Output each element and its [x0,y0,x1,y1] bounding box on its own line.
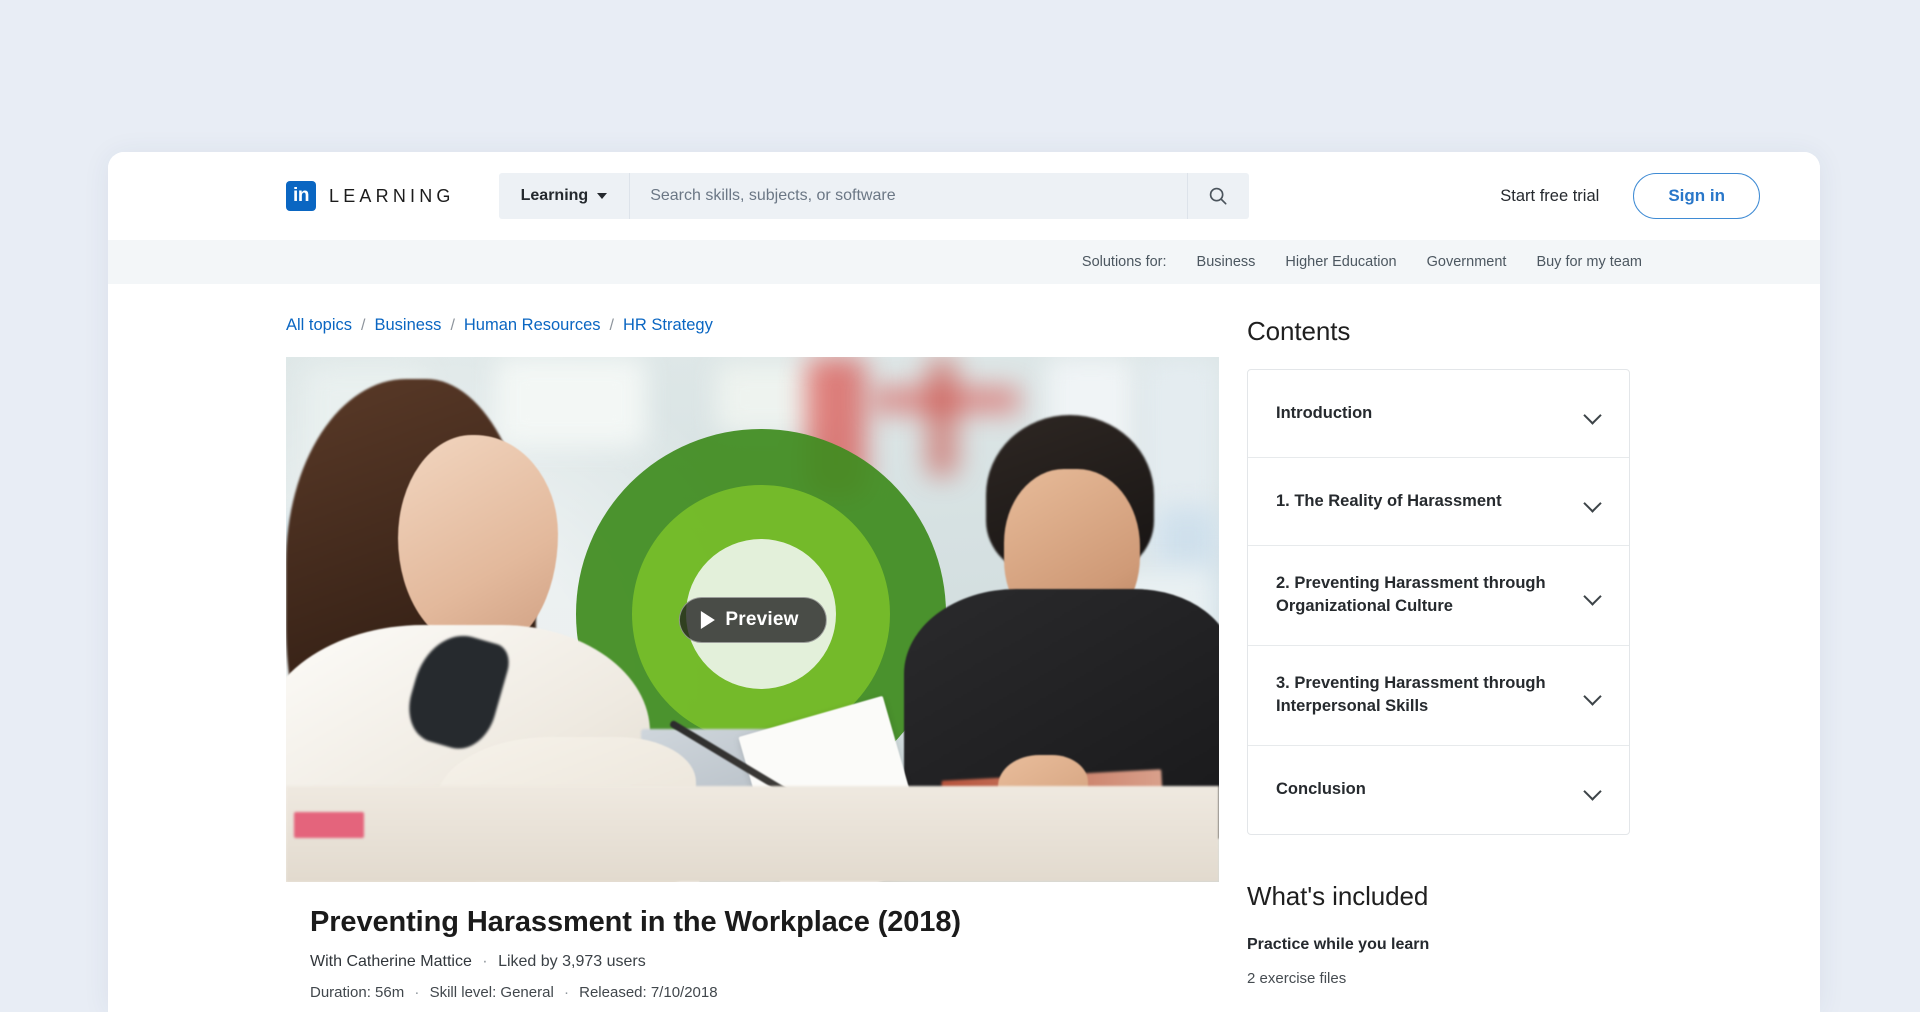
toc-section-3[interactable]: 3. Preventing Harassment through Interpe… [1248,646,1629,746]
search-bar: Learning [498,173,1249,219]
brand-wordmark: LEARNING [329,185,455,206]
start-free-trial-link[interactable]: Start free trial [1500,187,1599,206]
toc-section-label: 2. Preventing Harassment through Organiz… [1276,574,1546,616]
chevron-down-icon [1584,690,1601,700]
breadcrumb: All topics / Business / Human Resources … [286,316,1219,335]
toc-section-label: Conclusion [1276,779,1366,798]
course-author: With Catherine Mattice [310,953,472,970]
side-column: Contents Introduction 1. The Reality of … [1247,316,1630,987]
course-released: Released: 7/10/2018 [579,984,718,1001]
course-likes: Liked by 3,973 users [498,953,646,970]
breadcrumb-item-all-topics[interactable]: All topics [286,316,352,335]
toc-section-label: 1. The Reality of Harassment [1276,491,1502,510]
breadcrumb-separator: / [361,316,366,334]
search-input[interactable] [630,173,1187,219]
toc-section-label: 3. Preventing Harassment through Interpe… [1276,673,1546,716]
toc-section-2[interactable]: 2. Preventing Harassment through Organiz… [1248,546,1629,646]
search-submit-button[interactable] [1186,173,1249,219]
contents-accordion: Introduction 1. The Reality of Harassmen… [1247,369,1630,835]
toc-section-introduction[interactable]: Introduction [1248,370,1629,458]
course-skill-level: Skill level: General [429,984,554,1001]
course-byline: With Catherine Mattice · Liked by 3,973 … [310,953,1195,971]
sticky-note [294,812,364,838]
separator-dot: · [414,984,420,1001]
play-icon [700,610,715,629]
linkedin-in-icon [286,181,316,211]
chevron-down-icon [1584,590,1601,600]
page-body: All topics / Business / Human Resources … [108,284,1820,1001]
solutions-for-label: Solutions for: [1081,254,1167,270]
whats-included-heading: What's included [1247,880,1429,911]
course-duration: Duration: 56m [310,984,405,1001]
chevron-down-icon [1584,785,1601,795]
desk-surface [286,786,1219,882]
header-actions: Start free trial Sign in [1500,173,1760,219]
brand-logo-link[interactable]: LEARNING [286,181,455,211]
breadcrumb-separator: / [609,316,614,334]
solutions-subnav: Solutions for: Business Higher Education… [108,240,1820,284]
toc-section-conclusion[interactable]: Conclusion [1248,746,1629,834]
breadcrumb-item-business[interactable]: Business [374,316,441,335]
browser-window: LEARNING Learning Start free trial Sign … [108,152,1820,1012]
toc-section-1[interactable]: 1. The Reality of Harassment [1248,458,1629,546]
separator-dot: · [482,953,488,970]
search-icon [1209,187,1227,205]
person-left-face [398,435,558,650]
separator-dot: · [563,984,569,1001]
search-scope-dropdown[interactable]: Learning [499,173,631,219]
subnav-link-business[interactable]: Business [1197,254,1256,270]
course-meta: Duration: 56m · Skill level: General · R… [310,984,1195,1001]
search-scope-label: Learning [520,187,589,204]
breadcrumb-item-human-resources[interactable]: Human Resources [464,316,601,335]
chevron-down-icon [1584,497,1601,507]
preview-label: Preview [725,608,799,630]
whats-included-detail: 2 exercise files [1247,969,1347,987]
site-header: LEARNING Learning Start free trial Sign … [108,152,1820,240]
subnav-link-buy-for-my-team[interactable]: Buy for my team [1536,254,1642,270]
toc-section-label: Introduction [1276,403,1373,422]
breadcrumb-separator: / [450,316,455,334]
subnav-link-higher-education[interactable]: Higher Education [1285,254,1396,270]
main-column: All topics / Business / Human Resources … [286,316,1219,1001]
chevron-down-icon [597,193,608,199]
page-title: Preventing Harassment in the Workplace (… [310,906,961,938]
contents-heading: Contents [1247,316,1351,346]
preview-button[interactable]: Preview [678,596,827,643]
whats-included-title: Practice while you learn [1247,935,1430,953]
course-info: Preventing Harassment in the Workplace (… [286,882,1219,1001]
sign-in-button[interactable]: Sign in [1633,173,1760,219]
chevron-down-icon [1584,409,1601,419]
subnav-link-government[interactable]: Government [1427,254,1507,270]
breadcrumb-item-hr-strategy[interactable]: HR Strategy [623,316,713,335]
course-video-thumbnail[interactable]: Preview [286,357,1219,882]
